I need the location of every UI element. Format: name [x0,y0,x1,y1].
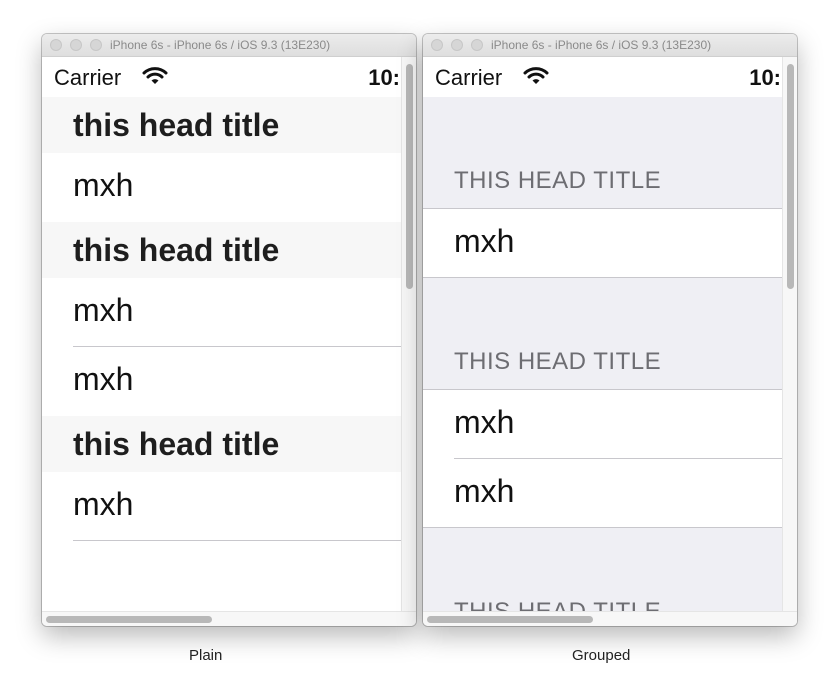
cell-label: mxh [454,473,515,509]
horizontal-scrollbar[interactable] [427,616,593,623]
cell-label: mxh [73,361,134,397]
cell-label: mxh [454,404,515,440]
table-cell[interactable]: mxh [423,209,783,278]
cell-label: mxh [73,486,134,522]
section-header: THIS HEAD TITLE [423,278,783,390]
plain-simulator-window: iPhone 6s - iPhone 6s / iOS 9.3 (13E230)… [42,34,416,626]
close-button[interactable] [431,39,443,51]
section-header: this head title [42,416,402,472]
status-bar: Carrier 10: [423,57,783,97]
cell-label: mxh [73,292,134,328]
horizontal-scrollbar[interactable] [46,616,212,623]
section-header: THIS HEAD TITLE [423,528,783,612]
section-header: this head title [42,97,402,153]
carrier-label: Carrier [435,65,503,90]
window-title: iPhone 6s - iPhone 6s / iOS 9.3 (13E230) [491,38,712,52]
cell-separator [73,540,402,541]
close-button[interactable] [50,39,62,51]
plain-table-view[interactable]: this head title mxh this head title mxh … [42,97,402,612]
status-bar: Carrier 10: [42,57,402,97]
horizontal-scroll-track[interactable] [423,611,797,626]
zoom-button[interactable] [471,39,483,51]
section-header-title: this head title [73,426,280,462]
grouped-caption: Grouped [572,647,631,664]
plain-screen: Carrier 10: this head title mxh this hea… [42,57,402,612]
wifi-icon [523,67,549,84]
table-cell[interactable]: mxh [42,153,402,222]
vertical-scrollbar[interactable] [787,64,794,289]
section-header-title: this head title [73,232,280,268]
cell-label: mxh [454,223,515,259]
cell-label: mxh [73,167,134,203]
carrier-label: Carrier [54,65,122,90]
minimize-button[interactable] [70,39,82,51]
window-controls [431,39,483,51]
vertical-scrollbar[interactable] [406,64,413,289]
window-titlebar[interactable]: iPhone 6s - iPhone 6s / iOS 9.3 (13E230) [423,34,797,57]
zoom-button[interactable] [90,39,102,51]
window-titlebar[interactable]: iPhone 6s - iPhone 6s / iOS 9.3 (13E230) [42,34,416,57]
wifi-icon [142,67,168,84]
status-time: 10: [368,65,400,90]
table-cell[interactable]: mxh [42,347,402,416]
plain-caption: Plain [189,647,223,664]
section-header-title: THIS HEAD TITLE [454,598,662,612]
section-header-title: this head title [73,107,280,143]
grouped-screen: Carrier 10: THIS HEAD TITLE mxh THIS HEA… [423,57,783,612]
table-cell[interactable]: mxh [423,459,783,528]
table-cell[interactable]: mxh [42,278,402,347]
horizontal-scroll-track[interactable] [42,611,416,626]
grouped-table-view[interactable]: THIS HEAD TITLE mxh THIS HEAD TITLE mxh … [423,97,783,612]
status-time: 10: [749,65,781,90]
window-controls [50,39,102,51]
table-cell[interactable]: mxh [42,472,402,541]
section-header-title: THIS HEAD TITLE [454,348,662,375]
section-header: this head title [42,222,402,278]
table-cell[interactable]: mxh [423,390,783,459]
section-header: THIS HEAD TITLE [423,97,783,209]
minimize-button[interactable] [451,39,463,51]
window-title: iPhone 6s - iPhone 6s / iOS 9.3 (13E230) [110,38,331,52]
section-header-title: THIS HEAD TITLE [454,167,662,194]
grouped-simulator-window: iPhone 6s - iPhone 6s / iOS 9.3 (13E230)… [423,34,797,626]
